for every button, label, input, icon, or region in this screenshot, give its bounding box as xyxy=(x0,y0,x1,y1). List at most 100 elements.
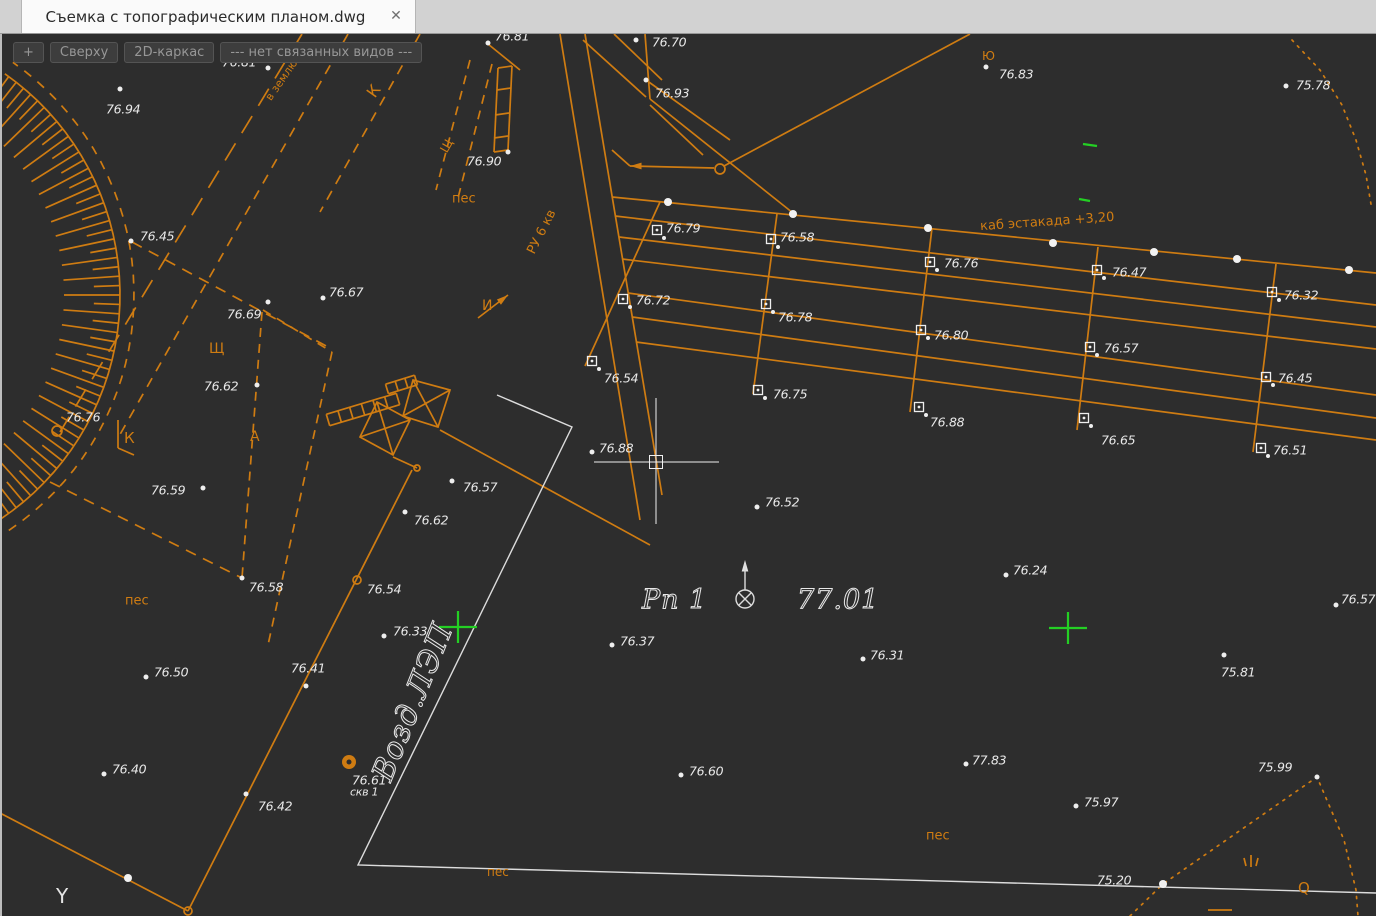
elevation-point xyxy=(244,792,249,797)
slope-hatch-tick xyxy=(94,286,120,287)
elevation-point xyxy=(201,486,206,491)
viewport-button-0[interactable]: + xyxy=(13,42,44,63)
cable-post-marker xyxy=(757,389,760,392)
elevation-point xyxy=(755,505,760,510)
cable-post-dot xyxy=(1095,353,1099,357)
orange-dashed-line xyxy=(242,312,262,578)
orange-dotted-path xyxy=(1292,40,1372,210)
ladder-rung xyxy=(350,407,353,418)
orange-line xyxy=(497,88,511,90)
orange-line xyxy=(118,448,134,455)
orange-line xyxy=(1244,858,1246,866)
viewport-button-3[interactable]: --- нет связанных видов --- xyxy=(220,42,422,63)
elevation-point xyxy=(1161,882,1166,887)
slope-hatch-tick xyxy=(62,257,117,265)
document-tab-bar: Съемка с топографическим планом.dwg ✕ xyxy=(0,0,1376,34)
slope-hatch-tick xyxy=(51,203,104,222)
ladder-rung xyxy=(326,414,329,425)
slope-hatch-tick xyxy=(63,276,119,280)
orange-line xyxy=(615,216,1376,305)
slope-hatch-tick xyxy=(51,368,104,387)
elevation-point xyxy=(964,762,969,767)
cable-line-dot xyxy=(1233,255,1241,263)
slope-hatch-tick xyxy=(94,304,120,305)
elevation-point xyxy=(1074,804,1079,809)
cable-post-marker xyxy=(929,261,932,264)
slope-hatch-tick xyxy=(87,230,112,236)
cable-post-dot xyxy=(771,310,775,314)
arrowhead xyxy=(630,163,642,170)
viewport-button-1[interactable]: Сверху xyxy=(50,42,118,63)
slope-hatch-tick xyxy=(93,267,119,270)
green-dash-mark xyxy=(1079,199,1090,201)
viewport-controls: + Сверху 2D-каркас --- нет связанных видов … xyxy=(13,42,422,63)
orange-dashed-line xyxy=(263,310,332,352)
slope-arc-outer xyxy=(9,62,134,530)
slope-hatch-tick xyxy=(56,221,110,236)
ladder-rung xyxy=(338,411,341,422)
orange-line xyxy=(188,470,412,911)
elevation-point xyxy=(266,66,271,71)
boundary-polyline xyxy=(358,395,1376,893)
cable-post-dot xyxy=(597,367,601,371)
elevation-point xyxy=(304,684,309,689)
cable-post-dot xyxy=(1271,383,1275,387)
slope-hatch-tick xyxy=(0,94,31,136)
cable-line-dot xyxy=(924,224,932,232)
drawing-canvas[interactable] xyxy=(0,0,1376,916)
slope-hatch-tick xyxy=(63,310,119,314)
cable-post-marker xyxy=(656,229,659,232)
elevation-point xyxy=(240,576,245,581)
cable-line-dot xyxy=(1049,239,1057,247)
ladder-rail xyxy=(386,375,415,384)
window-left-border xyxy=(0,33,2,916)
cable-post-dot xyxy=(1266,454,1270,458)
elevation-point xyxy=(1284,84,1289,89)
orange-line xyxy=(585,202,660,366)
slope-hatch-tick xyxy=(76,194,100,204)
orange-line xyxy=(560,34,640,520)
elevation-point xyxy=(450,479,455,484)
close-icon[interactable]: ✕ xyxy=(387,7,405,25)
orange-line xyxy=(630,166,714,168)
orange-line xyxy=(619,237,1376,327)
ladder-rail xyxy=(388,385,417,394)
orange-line xyxy=(612,150,630,166)
orange-line xyxy=(612,197,1376,273)
orange-dashed-line xyxy=(50,482,240,577)
ladder-rung xyxy=(395,381,398,391)
orange-line xyxy=(494,136,508,138)
elevation-point xyxy=(1004,573,1009,578)
cable-post-marker xyxy=(920,329,923,332)
orange-line xyxy=(1256,858,1258,866)
document-tab[interactable]: Съемка с топографическим планом.dwg ✕ xyxy=(21,0,416,33)
slope-hatch-tick xyxy=(82,370,107,378)
slope-hatch-tick xyxy=(59,239,114,251)
orange-line xyxy=(393,457,417,468)
green-dash-mark xyxy=(1083,144,1097,146)
cable-post-marker xyxy=(1089,346,1092,349)
elevation-point xyxy=(118,87,123,92)
orange-line xyxy=(494,68,498,152)
slope-hatch-tick xyxy=(90,337,116,342)
cable-line-dot xyxy=(789,210,797,218)
orange-line xyxy=(646,80,730,140)
elevation-point xyxy=(1222,653,1227,658)
slope-hatch-tick xyxy=(0,454,31,496)
cable-post-dot xyxy=(1089,424,1093,428)
elevation-point xyxy=(984,65,989,70)
slope-hatch-tick xyxy=(69,402,92,413)
orange-line xyxy=(724,34,970,166)
elevation-point xyxy=(321,296,326,301)
slope-hatch-tick xyxy=(90,248,116,253)
node-circle xyxy=(715,164,725,174)
viewport-button-2[interactable]: 2D-каркас xyxy=(124,42,214,63)
slope-arc-inner xyxy=(1,74,120,519)
orange-line xyxy=(488,44,520,70)
orange-dotted-path xyxy=(1130,777,1358,916)
elevation-point xyxy=(102,772,107,777)
slope-hatch-tick xyxy=(56,354,110,369)
cable-line-dot xyxy=(664,198,672,206)
slope-hatch-tick xyxy=(45,382,96,405)
cable-post-marker xyxy=(1265,376,1268,379)
